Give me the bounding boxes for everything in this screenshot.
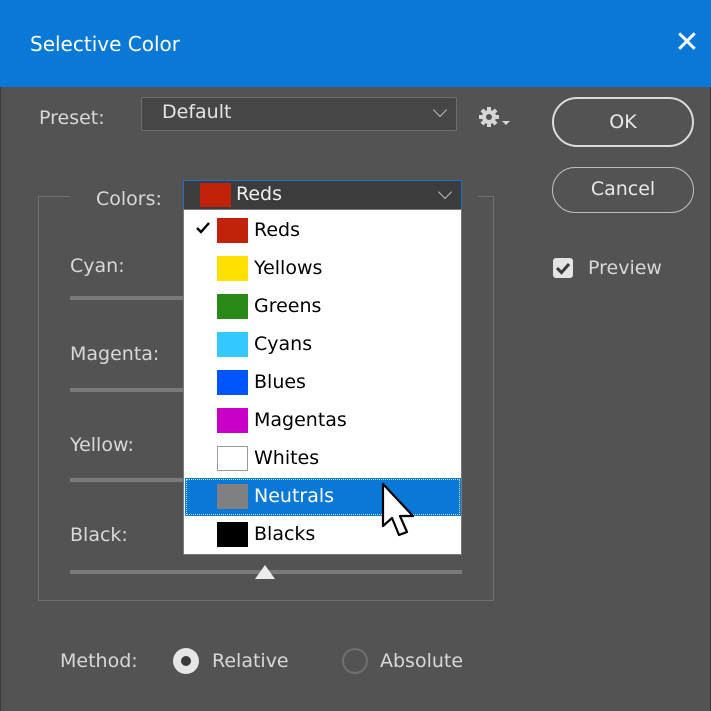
swatch-whites (217, 446, 248, 471)
option-label: Whites (254, 447, 320, 469)
yellow-label: Yellow: (70, 434, 134, 456)
gear-icon[interactable] (478, 104, 512, 134)
magenta-label: Magenta: (70, 343, 160, 365)
option-reds[interactable]: Reds (185, 212, 461, 250)
selected-color-swatch (200, 183, 231, 207)
swatch-magentas (217, 408, 248, 433)
option-yellows[interactable]: Yellows (185, 250, 461, 288)
swatch-reds (217, 218, 248, 243)
option-cyans[interactable]: Cyans (185, 326, 461, 364)
option-magentas[interactable]: Magentas (185, 402, 461, 440)
colors-dropdown-list: Reds Yellows Greens Cyans Blues Magentas… (183, 209, 462, 555)
absolute-label: Absolute (380, 650, 464, 672)
colors-label: Colors: (96, 188, 162, 210)
close-icon[interactable]: ✕ (672, 28, 702, 58)
colors-select[interactable]: Reds (183, 180, 462, 210)
ok-button[interactable]: OK (552, 97, 694, 147)
absolute-radio[interactable] (342, 648, 368, 674)
window-title: Selective Color (30, 32, 180, 56)
checkmark-icon (555, 263, 571, 275)
option-label: Greens (254, 295, 322, 317)
swatch-cyans (217, 332, 248, 357)
black-slider-thumb[interactable] (255, 565, 275, 579)
relative-label: Relative (212, 650, 289, 672)
cursor-icon (381, 482, 415, 537)
method-label: Method: (60, 650, 138, 672)
preset-value: Default (162, 101, 232, 123)
option-label: Magentas (254, 409, 347, 431)
chevron-down-icon (437, 184, 453, 200)
relative-radio[interactable] (173, 648, 199, 674)
swatch-greens (217, 294, 248, 319)
option-label: Neutrals (254, 485, 335, 507)
preset-label: Preset: (39, 107, 105, 129)
option-whites[interactable]: Whites (185, 440, 461, 478)
colors-selected-value: Reds (236, 183, 282, 205)
cancel-button[interactable]: Cancel (552, 167, 694, 213)
chevron-down-icon (432, 102, 448, 118)
preview-label: Preview (588, 257, 662, 279)
checkmark-icon (196, 222, 210, 234)
option-label: Blues (254, 371, 306, 393)
swatch-neutrals (217, 484, 248, 509)
swatch-blues (217, 370, 248, 395)
cyan-label: Cyan: (70, 255, 125, 277)
option-label: Cyans (254, 333, 313, 355)
option-label: Blacks (254, 523, 316, 545)
black-label: Black: (70, 524, 128, 546)
swatch-blacks (217, 522, 248, 547)
preset-select[interactable]: Default (141, 97, 457, 131)
preview-checkbox[interactable] (553, 258, 573, 278)
option-blues[interactable]: Blues (185, 364, 461, 402)
title-bar: Selective Color ✕ (0, 0, 711, 87)
option-label: Reds (254, 219, 300, 241)
swatch-yellows (217, 256, 248, 281)
option-greens[interactable]: Greens (185, 288, 461, 326)
option-label: Yellows (254, 257, 323, 279)
